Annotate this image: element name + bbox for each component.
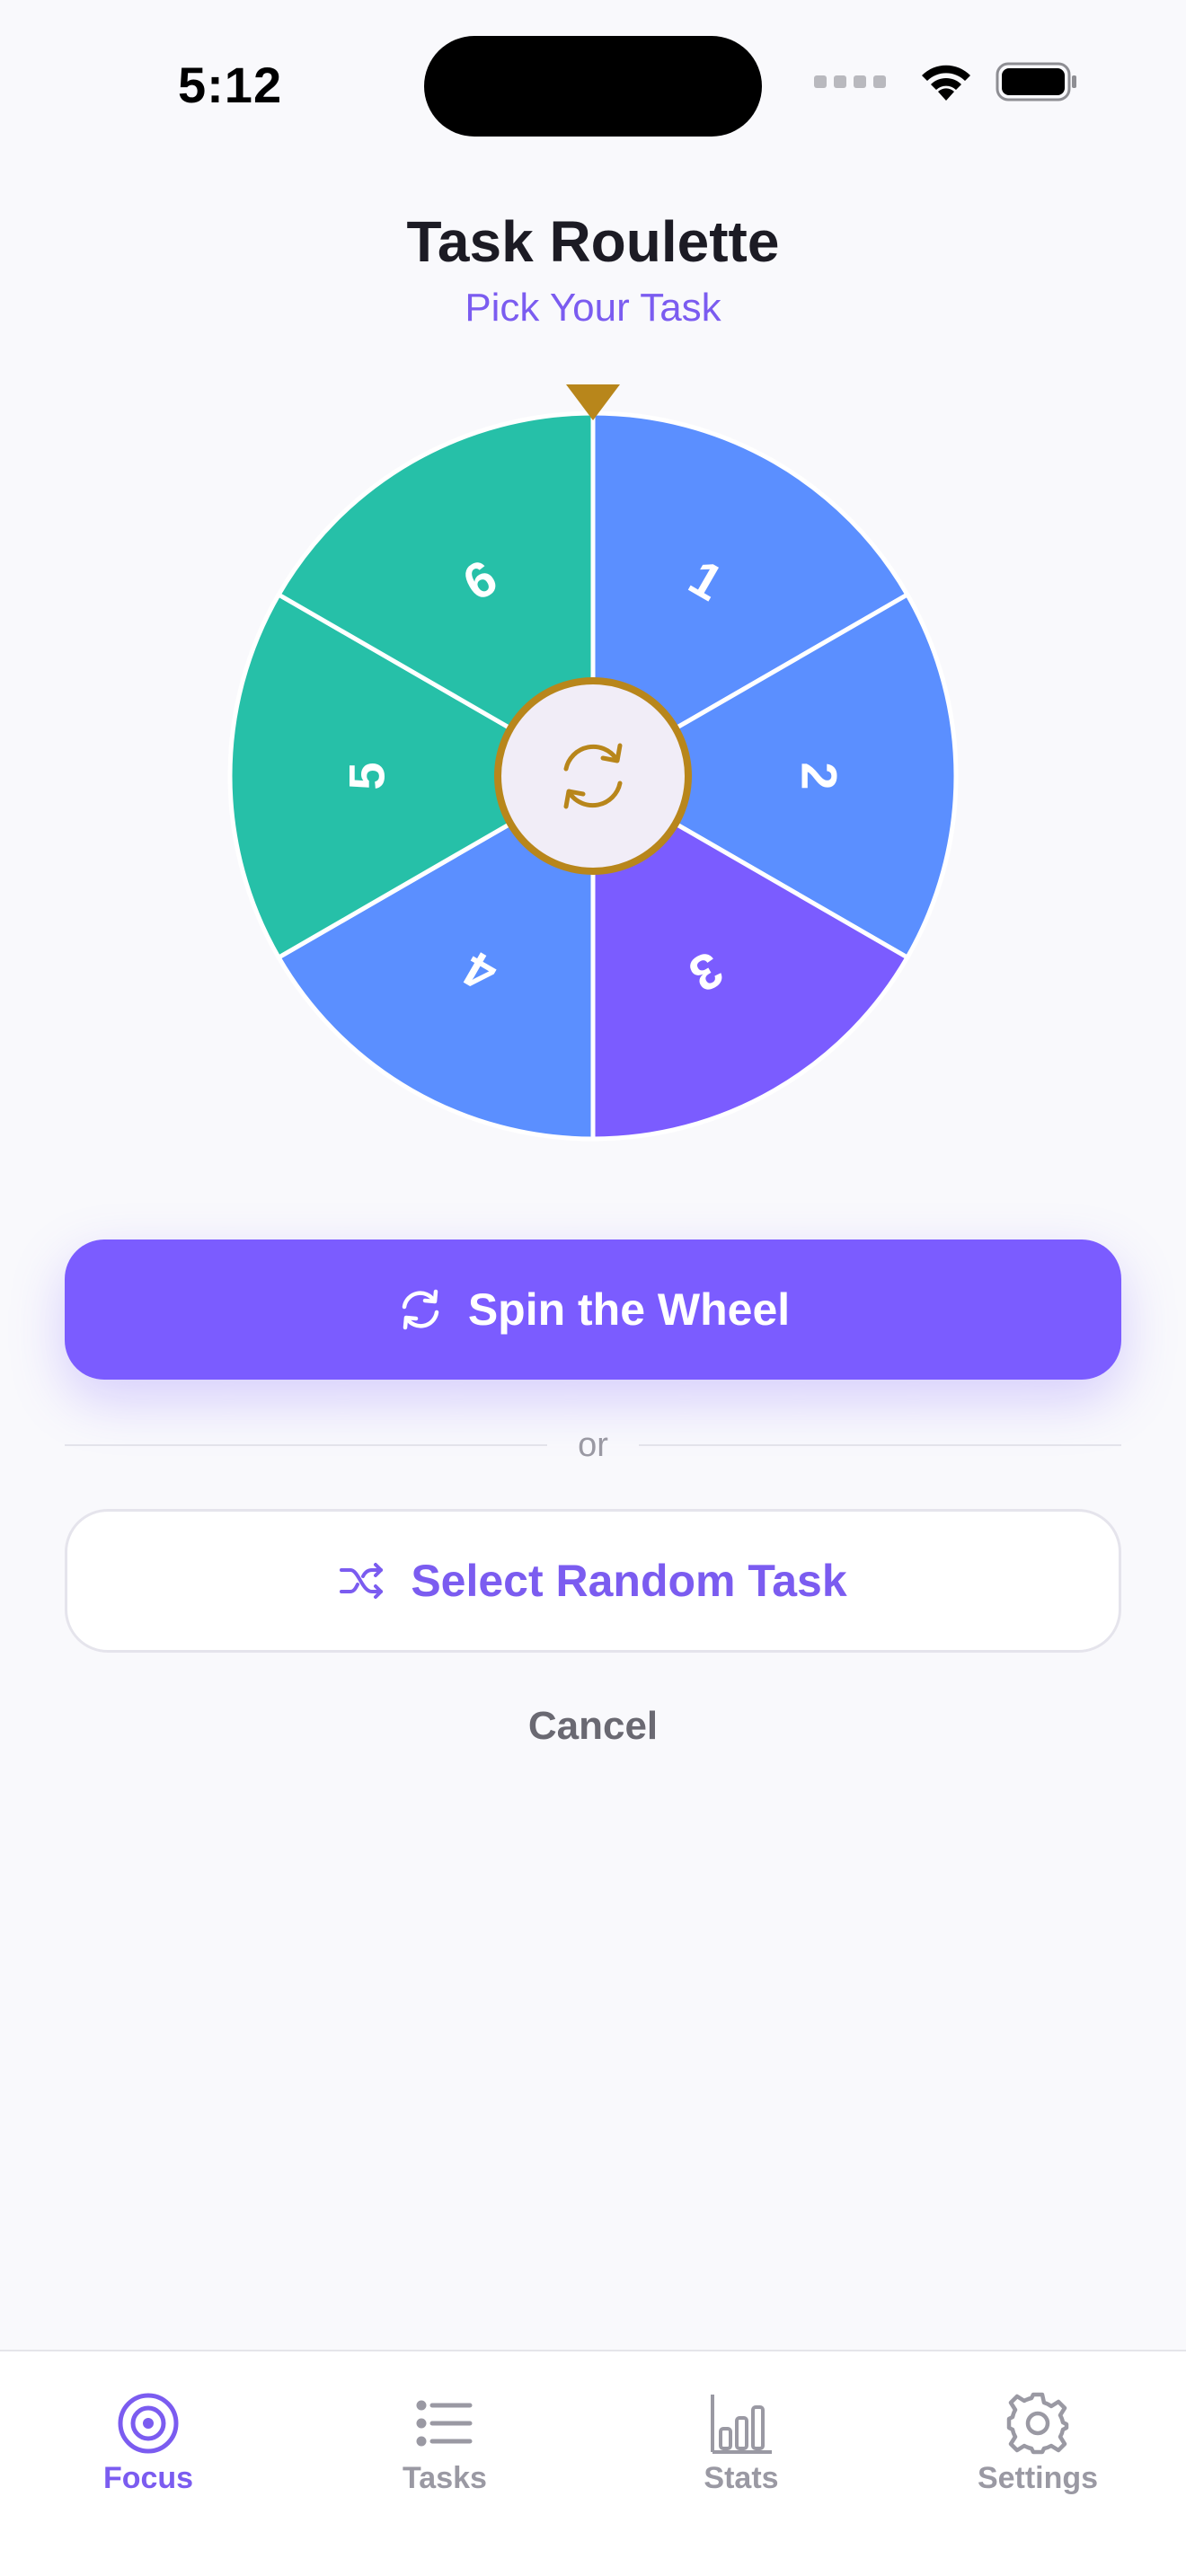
tab-label: Stats bbox=[704, 2461, 779, 2495]
battery-icon bbox=[996, 62, 1076, 101]
spin-wheel-button[interactable]: Spin the Wheel bbox=[65, 1239, 1121, 1380]
wheel-segment-label: 5 bbox=[339, 762, 395, 790]
or-divider: or bbox=[65, 1423, 1122, 1468]
gear-icon bbox=[1006, 2392, 1069, 2455]
status-time: 5:12 bbox=[178, 57, 283, 113]
select-random-task-label: Select Random Task bbox=[411, 1556, 847, 1606]
tab-tasks[interactable]: Tasks bbox=[337, 2391, 553, 2517]
divider-text: or bbox=[578, 1425, 608, 1464]
list-icon bbox=[416, 2400, 473, 2447]
wheel-segment-label: 2 bbox=[792, 762, 848, 790]
tab-label: Settings bbox=[977, 2461, 1099, 2495]
tab-label: Focus bbox=[102, 2461, 194, 2495]
wheel-graphic[interactable]: 123456 bbox=[225, 377, 961, 1150]
page-title: Task Roulette bbox=[406, 209, 780, 274]
cellular-signal-icon bbox=[814, 75, 886, 88]
tab-label: Tasks bbox=[403, 2461, 487, 2495]
divider-line bbox=[638, 1444, 1122, 1446]
shuffle-icon bbox=[340, 1563, 384, 1599]
dynamic-island bbox=[424, 36, 762, 137]
wifi-icon bbox=[922, 65, 970, 101]
roulette-wheel[interactable]: 123456 bbox=[225, 377, 961, 1150]
spin-wheel-label: Spin the Wheel bbox=[467, 1284, 791, 1335]
refresh-icon bbox=[402, 1289, 439, 1330]
tab-bar: Focus Tasks Stats Settings bbox=[0, 2350, 1186, 2576]
select-random-task-button[interactable]: Select Random Task bbox=[65, 1509, 1121, 1653]
bar-chart-icon bbox=[711, 2395, 772, 2454]
target-icon bbox=[118, 2393, 179, 2454]
tab-stats[interactable]: Stats bbox=[633, 2391, 849, 2517]
cancel-button[interactable]: Cancel bbox=[413, 1690, 773, 1762]
tab-focus[interactable]: Focus bbox=[40, 2391, 256, 2517]
divider-line bbox=[65, 1444, 548, 1446]
wheel-hub[interactable] bbox=[494, 677, 692, 875]
tab-settings[interactable]: Settings bbox=[930, 2391, 1146, 2517]
page-subtitle: Pick Your Task bbox=[465, 286, 721, 330]
status-bar: 5:12 bbox=[0, 0, 1186, 162]
status-icons bbox=[814, 61, 1078, 102]
